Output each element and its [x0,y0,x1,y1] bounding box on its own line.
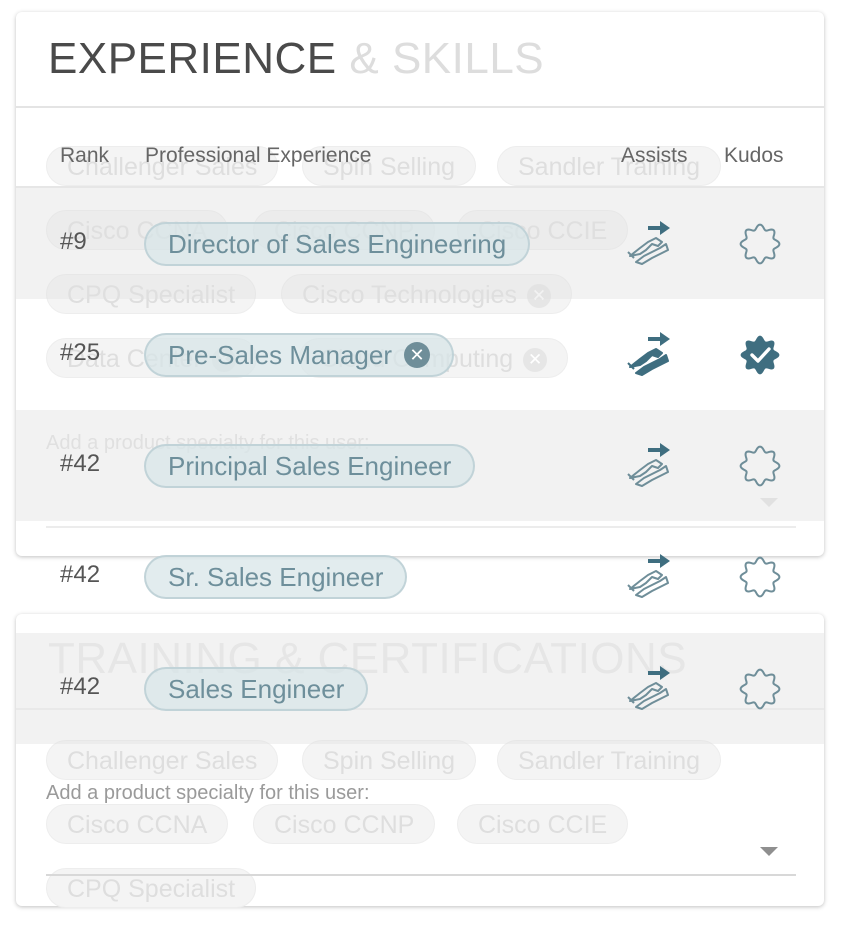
column-header-kudos: Kudos [724,144,784,167]
badge-check-icon[interactable] [738,333,782,377]
handshake-arrow-icon[interactable] [626,551,672,599]
badge-check-icon[interactable] [738,555,782,599]
column-header-assists: Assists [621,144,688,167]
ghost-tag: Cisco CCNA [46,804,229,844]
handshake-arrow-icon[interactable] [626,329,672,377]
rank-value: #42 [60,450,101,477]
ghost-tag: Cisco CCIE [457,804,629,844]
column-header-experience: Professional Experience [145,144,372,167]
rank-value: #42 [60,561,101,588]
table-row: #42 Sr. Sales Engineer [16,521,824,632]
table-row: #25 Pre-Sales Manager ✕ [16,299,824,410]
experience-pill[interactable]: Director of Sales Engineering [144,222,531,266]
badge-check-icon[interactable] [738,222,782,266]
ghost-tag: Cisco CCNP [253,804,436,844]
ghost-tag: CPQ Specialist [46,868,257,908]
badge-check-icon[interactable] [738,444,782,488]
experience-pill[interactable]: Pre-Sales Manager ✕ [144,333,454,377]
ghost-tag: Spin Selling [302,740,477,780]
rank-value: #25 [60,339,101,366]
experience-pill[interactable]: Sr. Sales Engineer [144,555,408,599]
caret-down-icon[interactable] [760,847,778,856]
specialty-select[interactable] [46,874,796,876]
experience-pill[interactable]: Principal Sales Engineer [144,444,476,488]
experience-card-title: EXPERIENCE & SKILLS [48,34,544,84]
column-header-rank: Rank [60,144,110,167]
title-strong: EXPERIENCE [48,34,337,83]
handshake-arrow-icon[interactable] [626,440,672,488]
table-row: #9 Director of Sales Engineering [16,188,824,299]
table-row: #42 Principal Sales Engineer [16,410,824,521]
rank-value: #42 [60,673,101,700]
experience-card-header: EXPERIENCE & SKILLS [16,12,824,108]
title-light: & SKILLS [349,34,545,83]
rank-value: #9 [60,228,87,255]
add-specialty-label: Add a product specialty for this user: [46,782,370,804]
badge-check-icon[interactable] [738,667,782,711]
experience-table-header: Rank Professional Experience Assists Kud… [16,128,824,188]
ghost-tag: Sandler Training [497,740,722,780]
handshake-arrow-icon[interactable] [626,663,672,711]
close-circle-icon[interactable]: ✕ [404,342,430,368]
experience-pill[interactable]: Sales Engineer [144,667,369,711]
ghost-tag: Challenger Sales [46,740,279,780]
handshake-arrow-icon[interactable] [626,218,672,266]
table-row: #42 Sales Engineer [16,633,824,744]
